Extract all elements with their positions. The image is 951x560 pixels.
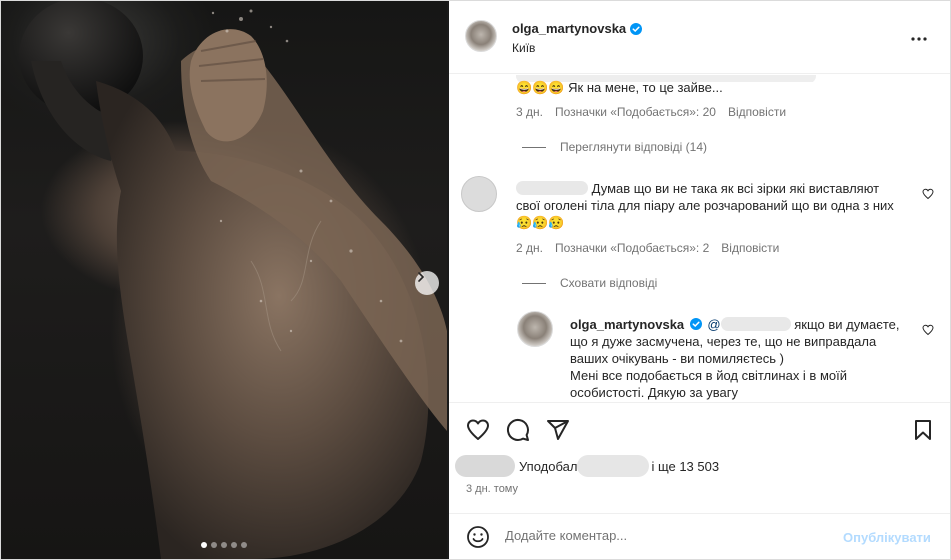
post-photo[interactable] bbox=[1, 1, 447, 559]
comment-meta: 2 дн. Позначки «Подобається»: 2 Відповіс… bbox=[516, 241, 779, 255]
reply-text-continued: Мені все подобається в йод світлинах і в… bbox=[570, 368, 847, 400]
author-username[interactable]: olga_martynovska bbox=[512, 21, 626, 36]
carousel-dot bbox=[241, 542, 247, 548]
view-replies-button[interactable]: Переглянути відповіді (14) bbox=[522, 140, 707, 154]
hidden-mention-username[interactable] bbox=[720, 317, 791, 331]
carousel-dot bbox=[231, 542, 237, 548]
author-row: olga_martynovska bbox=[512, 21, 643, 36]
view-replies-label: Переглянути відповіді (14) bbox=[560, 140, 708, 154]
emoji-icon[interactable] bbox=[466, 525, 490, 549]
hidden-username[interactable] bbox=[516, 181, 588, 195]
comments-list[interactable]: 😄😄😄 Як на мене, то це зайве... 3 дн. Поз… bbox=[449, 75, 950, 402]
post-time[interactable]: 3 дн. тому bbox=[466, 483, 518, 495]
commenter-avatar[interactable] bbox=[461, 176, 497, 212]
likes-summary[interactable]: Уподобал і ще 13 503 bbox=[455, 455, 719, 477]
carousel-dot bbox=[221, 542, 227, 548]
author-avatar[interactable] bbox=[465, 20, 497, 52]
reply-button[interactable]: Відповісти bbox=[728, 105, 786, 119]
add-comment-bar: Опублікувати bbox=[449, 513, 950, 559]
comment-time[interactable]: 3 дн. bbox=[516, 105, 543, 119]
verified-badge-icon bbox=[689, 318, 702, 330]
comment-time[interactable]: 2 дн. bbox=[516, 241, 543, 255]
heart-icon[interactable] bbox=[466, 418, 490, 442]
liker-avatars bbox=[455, 455, 515, 477]
photo-artwork bbox=[19, 1, 447, 559]
publish-button[interactable]: Опублікувати bbox=[843, 530, 931, 545]
bookmark-icon[interactable] bbox=[911, 418, 935, 442]
reply-body: olga_martynovska @ якщо ви думаєте, що я… bbox=[570, 316, 915, 401]
hidden-liker-name[interactable] bbox=[577, 455, 650, 477]
hide-replies-button[interactable]: Сховати відповіді bbox=[522, 276, 657, 290]
comment-icon[interactable] bbox=[506, 418, 530, 442]
comment-meta: 3 дн. Позначки «Подобається»: 20 Відпові… bbox=[516, 105, 786, 119]
post-details-panel: olga_martynovska Київ 😄😄😄 Як на мене, то… bbox=[449, 1, 950, 559]
post-header: olga_martynovska Київ bbox=[449, 1, 950, 74]
reply-like-icon[interactable] bbox=[922, 324, 934, 336]
comment-input[interactable] bbox=[505, 528, 825, 543]
post-location[interactable]: Київ bbox=[512, 41, 535, 55]
reply-author-username[interactable]: olga_martynovska bbox=[570, 317, 684, 332]
chevron-right-icon bbox=[418, 272, 425, 282]
comment-likes-count[interactable]: Позначки «Подобається»: 20 bbox=[555, 105, 716, 119]
verified-badge-icon bbox=[630, 22, 643, 35]
reply-button[interactable]: Відповісти bbox=[721, 241, 779, 255]
reply-mention[interactable]: @ bbox=[707, 317, 720, 332]
comment-likes-count[interactable]: Позначки «Подобається»: 2 bbox=[555, 241, 709, 255]
actions-divider bbox=[449, 402, 950, 403]
likes-prefix: Уподобал bbox=[519, 458, 578, 474]
likes-count[interactable]: і ще 13 503 bbox=[651, 459, 719, 474]
carousel-indicator bbox=[201, 542, 247, 548]
comment-body: Думав що ви не така як всі зірки які вис… bbox=[516, 180, 906, 231]
comment-like-icon[interactable] bbox=[922, 188, 934, 200]
comment-text: 😄😄😄 Як на мене, то це зайве... bbox=[516, 80, 723, 95]
share-icon[interactable] bbox=[546, 418, 570, 442]
carousel-dot bbox=[211, 542, 217, 548]
reply-author-avatar[interactable] bbox=[517, 311, 553, 347]
more-options-icon[interactable] bbox=[909, 29, 929, 49]
hide-replies-label: Сховати відповіді bbox=[560, 276, 658, 290]
carousel-dot bbox=[201, 542, 207, 548]
carousel-next-button[interactable] bbox=[415, 271, 439, 295]
